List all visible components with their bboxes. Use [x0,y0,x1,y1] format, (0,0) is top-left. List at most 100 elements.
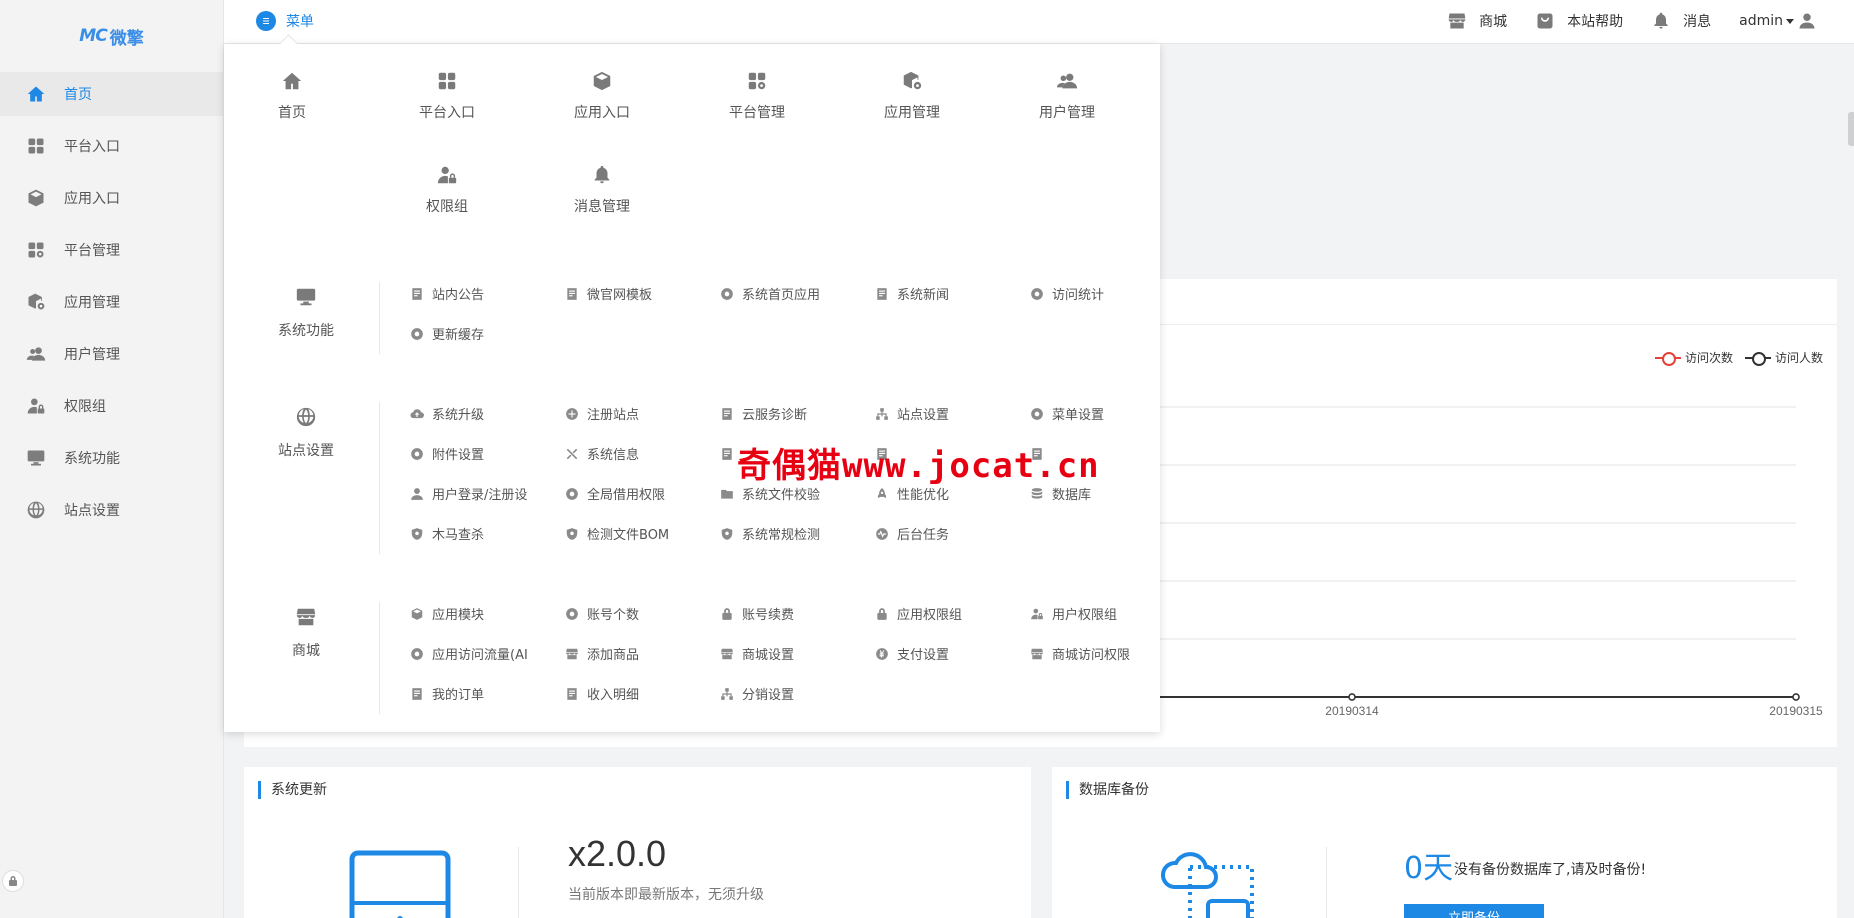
menu-link-label: 微官网模板 [587,288,653,303]
menu-link-label: 云服务诊断 [742,408,808,423]
quick-link-6[interactable]: 权限组 [387,164,507,216]
section-divider [379,402,380,554]
lock-icon [875,607,889,621]
menu-link[interactable]: 商城访问权限 [1030,642,1185,665]
quick-link-4[interactable]: 应用管理 [852,70,972,122]
menu-link[interactable]: 系统升级 [410,402,565,425]
menu-link[interactable]: 用户登录/注册设 [410,482,565,505]
menu-link[interactable]: 系统信息 [565,442,720,465]
menu-link[interactable]: 更新缓存 [410,322,565,345]
menu-link[interactable]: 商城设置 [720,642,875,665]
quick-link-1[interactable]: 平台入口 [387,70,507,122]
menu-link[interactable]: 收入明细 [565,682,720,705]
menu-link[interactable]: 附件设置 [410,442,565,465]
menu-link[interactable]: 系统首页应用 [720,282,875,305]
help-link-label: 本站帮助 [1567,14,1624,30]
menu-link[interactable]: 检测文件BOM [565,522,720,545]
data-point[interactable] [1348,693,1356,701]
backup-now-button[interactable]: 立即备份 [1404,904,1544,918]
sidebar-item-7[interactable]: 系统功能 [0,436,223,480]
tools-icon [565,447,579,461]
lock-screen-button[interactable] [2,870,24,892]
sidebar-item-4[interactable]: 应用管理 [0,280,223,324]
rocket-icon [875,487,889,501]
menu-link[interactable]: 菜单设置 [1030,402,1185,425]
quick-link-icon-wrap [387,70,507,94]
menu-link[interactable]: 用户权限组 [1030,602,1185,625]
grid-icon [26,136,46,156]
mega-section-title: 商城 [246,606,366,660]
quick-link-3[interactable]: 平台管理 [697,70,817,122]
menu-link[interactable]: 应用模块 [410,602,565,625]
menu-link[interactable]: 站点设置 [875,402,1030,425]
data-point[interactable] [1792,693,1800,701]
cube-gear-icon [901,70,923,92]
home-icon [26,84,46,104]
mega-section-title: 系统功能 [246,286,366,340]
menu-link[interactable]: 微官网模板 [565,282,720,305]
sidebar-item-8[interactable]: 站点设置 [0,488,223,532]
menu-link[interactable]: 应用权限组 [875,602,1030,625]
quick-link-7[interactable]: 消息管理 [542,164,662,216]
menu-link[interactable]: 后台任务 [875,522,1030,545]
menu-link[interactable]: 我的订单 [410,682,565,705]
card-icon [720,447,734,461]
wechat-icon [565,607,579,621]
store-link[interactable]: 商城 [1447,11,1507,31]
attach-icon [410,447,424,461]
home-circle-icon [720,287,734,301]
app-logo[interactable]: MC 微擎 [0,0,223,72]
cube-gear-icon [26,292,46,312]
menu-link-label: 应用权限组 [897,608,963,623]
news-icon [875,287,889,301]
sidebar: MC 微擎 首页平台入口应用入口平台管理应用管理用户管理权限组系统功能站点设置 [0,0,224,918]
sidebar-item-1[interactable]: 平台入口 [0,124,223,168]
sitemap-icon [720,687,734,701]
cube-icon [26,188,46,208]
menu-link[interactable]: 应用访问流量(AI [410,642,565,665]
menu-link[interactable]: 支付设置 [875,642,1030,665]
menu-link[interactable]: 云服务诊断 [720,402,875,425]
globe-icon [295,406,317,428]
system-update-card: 系统更新 x2.0.0 当前版本即最新版本，无须升级 [244,767,1031,918]
grid-icon [26,136,46,156]
scrollbar-thumb[interactable] [1848,112,1854,146]
backup-card-title: 数据库备份 [1066,781,1149,799]
quick-link-label: 应用入口 [574,105,630,121]
menu-link[interactable]: 系统常规检测 [720,522,875,545]
menu-link-label: 系统常规检测 [742,528,821,543]
cloud-up-icon [410,407,424,421]
menu-link[interactable]: 访问统计 [1030,282,1185,305]
sidebar-item-label: 平台入口 [64,139,120,155]
menu-link[interactable]: 全局借用权限 [565,482,720,505]
menu-link[interactable]: 系统新闻 [875,282,1030,305]
menu-toggle-button[interactable]: 菜单 [256,11,314,31]
logo-mark: MC [79,26,107,46]
store-icon [295,606,317,628]
section-links: 应用模块 账号个数 账号续费 应用权限组 用户权限组 应用访问流量(AI 添加商品 商城设置 支… [410,602,1170,705]
users-icon [26,344,46,364]
quick-link-5[interactable]: 用户管理 [1007,70,1127,122]
menu-link[interactable]: 分销设置 [720,682,875,705]
sidebar-item-2[interactable]: 应用入口 [0,176,223,220]
menu-link-label: 系统信息 [587,448,640,463]
messages-link[interactable]: 消息 [1651,11,1711,31]
menu-link-label: 更新缓存 [432,328,485,343]
sidebar-item-0[interactable]: 首页 [0,72,223,116]
menu-link[interactable]: 账号个数 [565,602,720,625]
sidebar-item-3[interactable]: 平台管理 [0,228,223,272]
users-icon [26,344,46,364]
menu-link[interactable]: 添加商品 [565,642,720,665]
menu-link[interactable]: 站内公告 [410,282,565,305]
help-link[interactable]: 本站帮助 [1535,11,1623,31]
menu-link[interactable]: 木马查杀 [410,522,565,545]
borrow-icon [565,487,579,501]
user-menu[interactable]: admin [1739,12,1816,30]
sidebar-item-5[interactable]: 用户管理 [0,332,223,376]
sidebar-item-6[interactable]: 权限组 [0,384,223,428]
quick-link-2[interactable]: 应用入口 [542,70,662,122]
menu-link[interactable]: 账号续费 [720,602,875,625]
menu-link[interactable]: 注册站点 [565,402,720,425]
quick-link-0[interactable]: 首页 [232,70,352,122]
section-links: 站内公告 微官网模板 系统首页应用 系统新闻 访问统计 更新缓存 [410,282,1170,345]
